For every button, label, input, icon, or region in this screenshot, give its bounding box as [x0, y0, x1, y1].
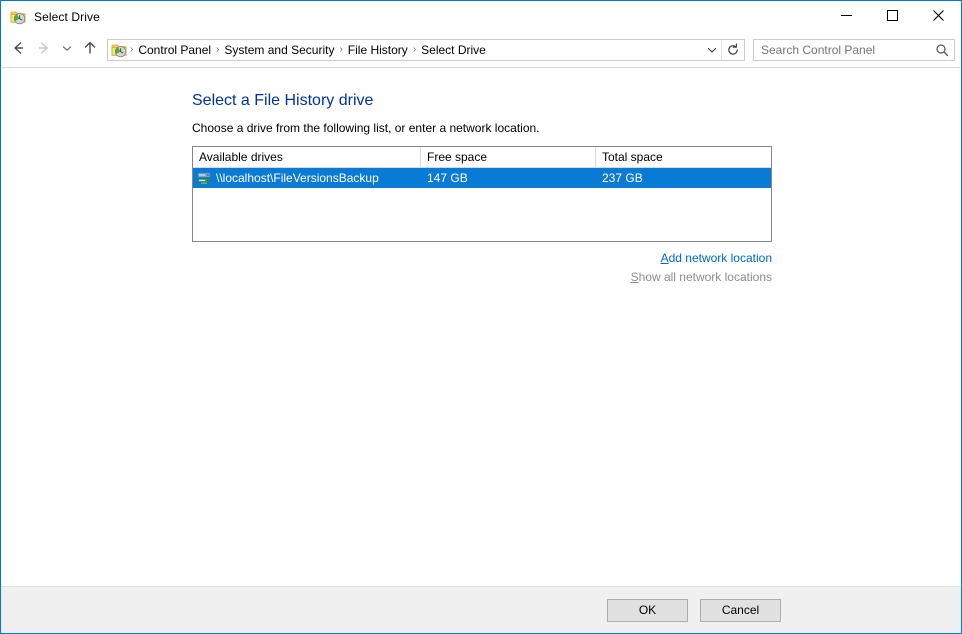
forward-arrow-icon	[36, 40, 52, 59]
minimize-icon	[840, 9, 852, 24]
show-all-network-locations-row: Show all network locations	[192, 270, 772, 284]
total-space-cell: 237 GB	[602, 171, 643, 185]
network-links: Add network location Show all network lo…	[192, 251, 772, 284]
column-header-available-drives[interactable]: Available drives	[193, 147, 421, 167]
ok-button[interactable]: OK	[607, 598, 688, 622]
show-all-network-locations-link[interactable]: Show all network locations	[631, 270, 772, 284]
window-title: Select Drive	[34, 9, 100, 24]
column-header-free-space[interactable]: Free space	[421, 147, 596, 167]
caption-buttons	[823, 1, 961, 32]
back-button[interactable]	[5, 37, 31, 63]
up-arrow-icon	[82, 40, 98, 59]
drives-listview[interactable]: Available drives Free space Total space	[192, 146, 772, 242]
breadcrumb-item-control-panel[interactable]: Control Panel	[134, 41, 215, 59]
table-row[interactable]: \\localhost\FileVersionsBackup 147 GB 23…	[193, 168, 771, 188]
cancel-button[interactable]: Cancel	[700, 598, 781, 622]
breadcrumb-file-history-icon	[111, 42, 127, 58]
address-bar[interactable]: › Control Panel › System and Security › …	[107, 38, 745, 61]
back-arrow-icon	[10, 40, 26, 59]
search-box[interactable]	[753, 38, 955, 61]
content-area: Select a File History drive Choose a dri…	[1, 68, 961, 586]
dialog-footer: OK Cancel	[1, 586, 961, 633]
refresh-icon	[728, 42, 738, 55]
page-subtitle: Choose a drive from the following list, …	[192, 121, 540, 135]
breadcrumb: › Control Panel › System and Security › …	[129, 41, 703, 59]
search-input[interactable]	[754, 42, 930, 57]
listview-header: Available drives Free space Total space	[193, 147, 771, 168]
close-icon	[932, 9, 944, 24]
address-dropdown-button[interactable]	[703, 40, 721, 60]
page-title: Select a File History drive	[192, 92, 374, 109]
maximize-icon	[886, 9, 898, 24]
add-network-location-text: dd network location	[668, 251, 772, 265]
recent-locations-button[interactable]	[57, 37, 77, 63]
up-button[interactable]	[77, 37, 103, 63]
file-history-icon	[10, 9, 26, 25]
search-icon[interactable]	[930, 40, 954, 60]
drive-name-text: \\localhost\FileVersionsBackup	[216, 171, 379, 185]
minimize-button[interactable]	[823, 1, 869, 32]
add-network-location-link[interactable]: Add network location	[661, 251, 772, 265]
chevron-down-icon	[61, 42, 73, 57]
maximize-button[interactable]	[869, 1, 915, 32]
show-all-network-locations-accesskey: S	[630, 270, 639, 284]
refresh-button[interactable]	[721, 39, 744, 60]
chevron-down-icon	[707, 47, 717, 53]
page-body: Select a File History drive Choose a dri…	[192, 91, 792, 289]
breadcrumb-item-select-drive[interactable]: Select Drive	[417, 41, 490, 59]
breadcrumb-item-system-and-security[interactable]: System and Security	[220, 41, 338, 59]
select-drive-window: Select Drive › Control Panel › System an…	[0, 0, 962, 634]
forward-button[interactable]	[31, 37, 57, 63]
drive-name-cell: \\localhost\FileVersionsBackup	[193, 168, 421, 188]
close-button[interactable]	[915, 1, 961, 32]
title-bar: Select Drive	[1, 1, 961, 32]
column-header-total-space[interactable]: Total space	[596, 147, 771, 167]
breadcrumb-item-file-history[interactable]: File History	[344, 41, 412, 59]
show-all-network-locations-text: how all network locations	[638, 270, 772, 284]
add-network-location-row: Add network location	[192, 251, 772, 265]
address-toolbar: › Control Panel › System and Security › …	[1, 32, 961, 67]
add-network-location-accesskey: A	[660, 251, 669, 265]
network-drive-icon	[196, 170, 212, 186]
free-space-cell: 147 GB	[427, 171, 468, 185]
